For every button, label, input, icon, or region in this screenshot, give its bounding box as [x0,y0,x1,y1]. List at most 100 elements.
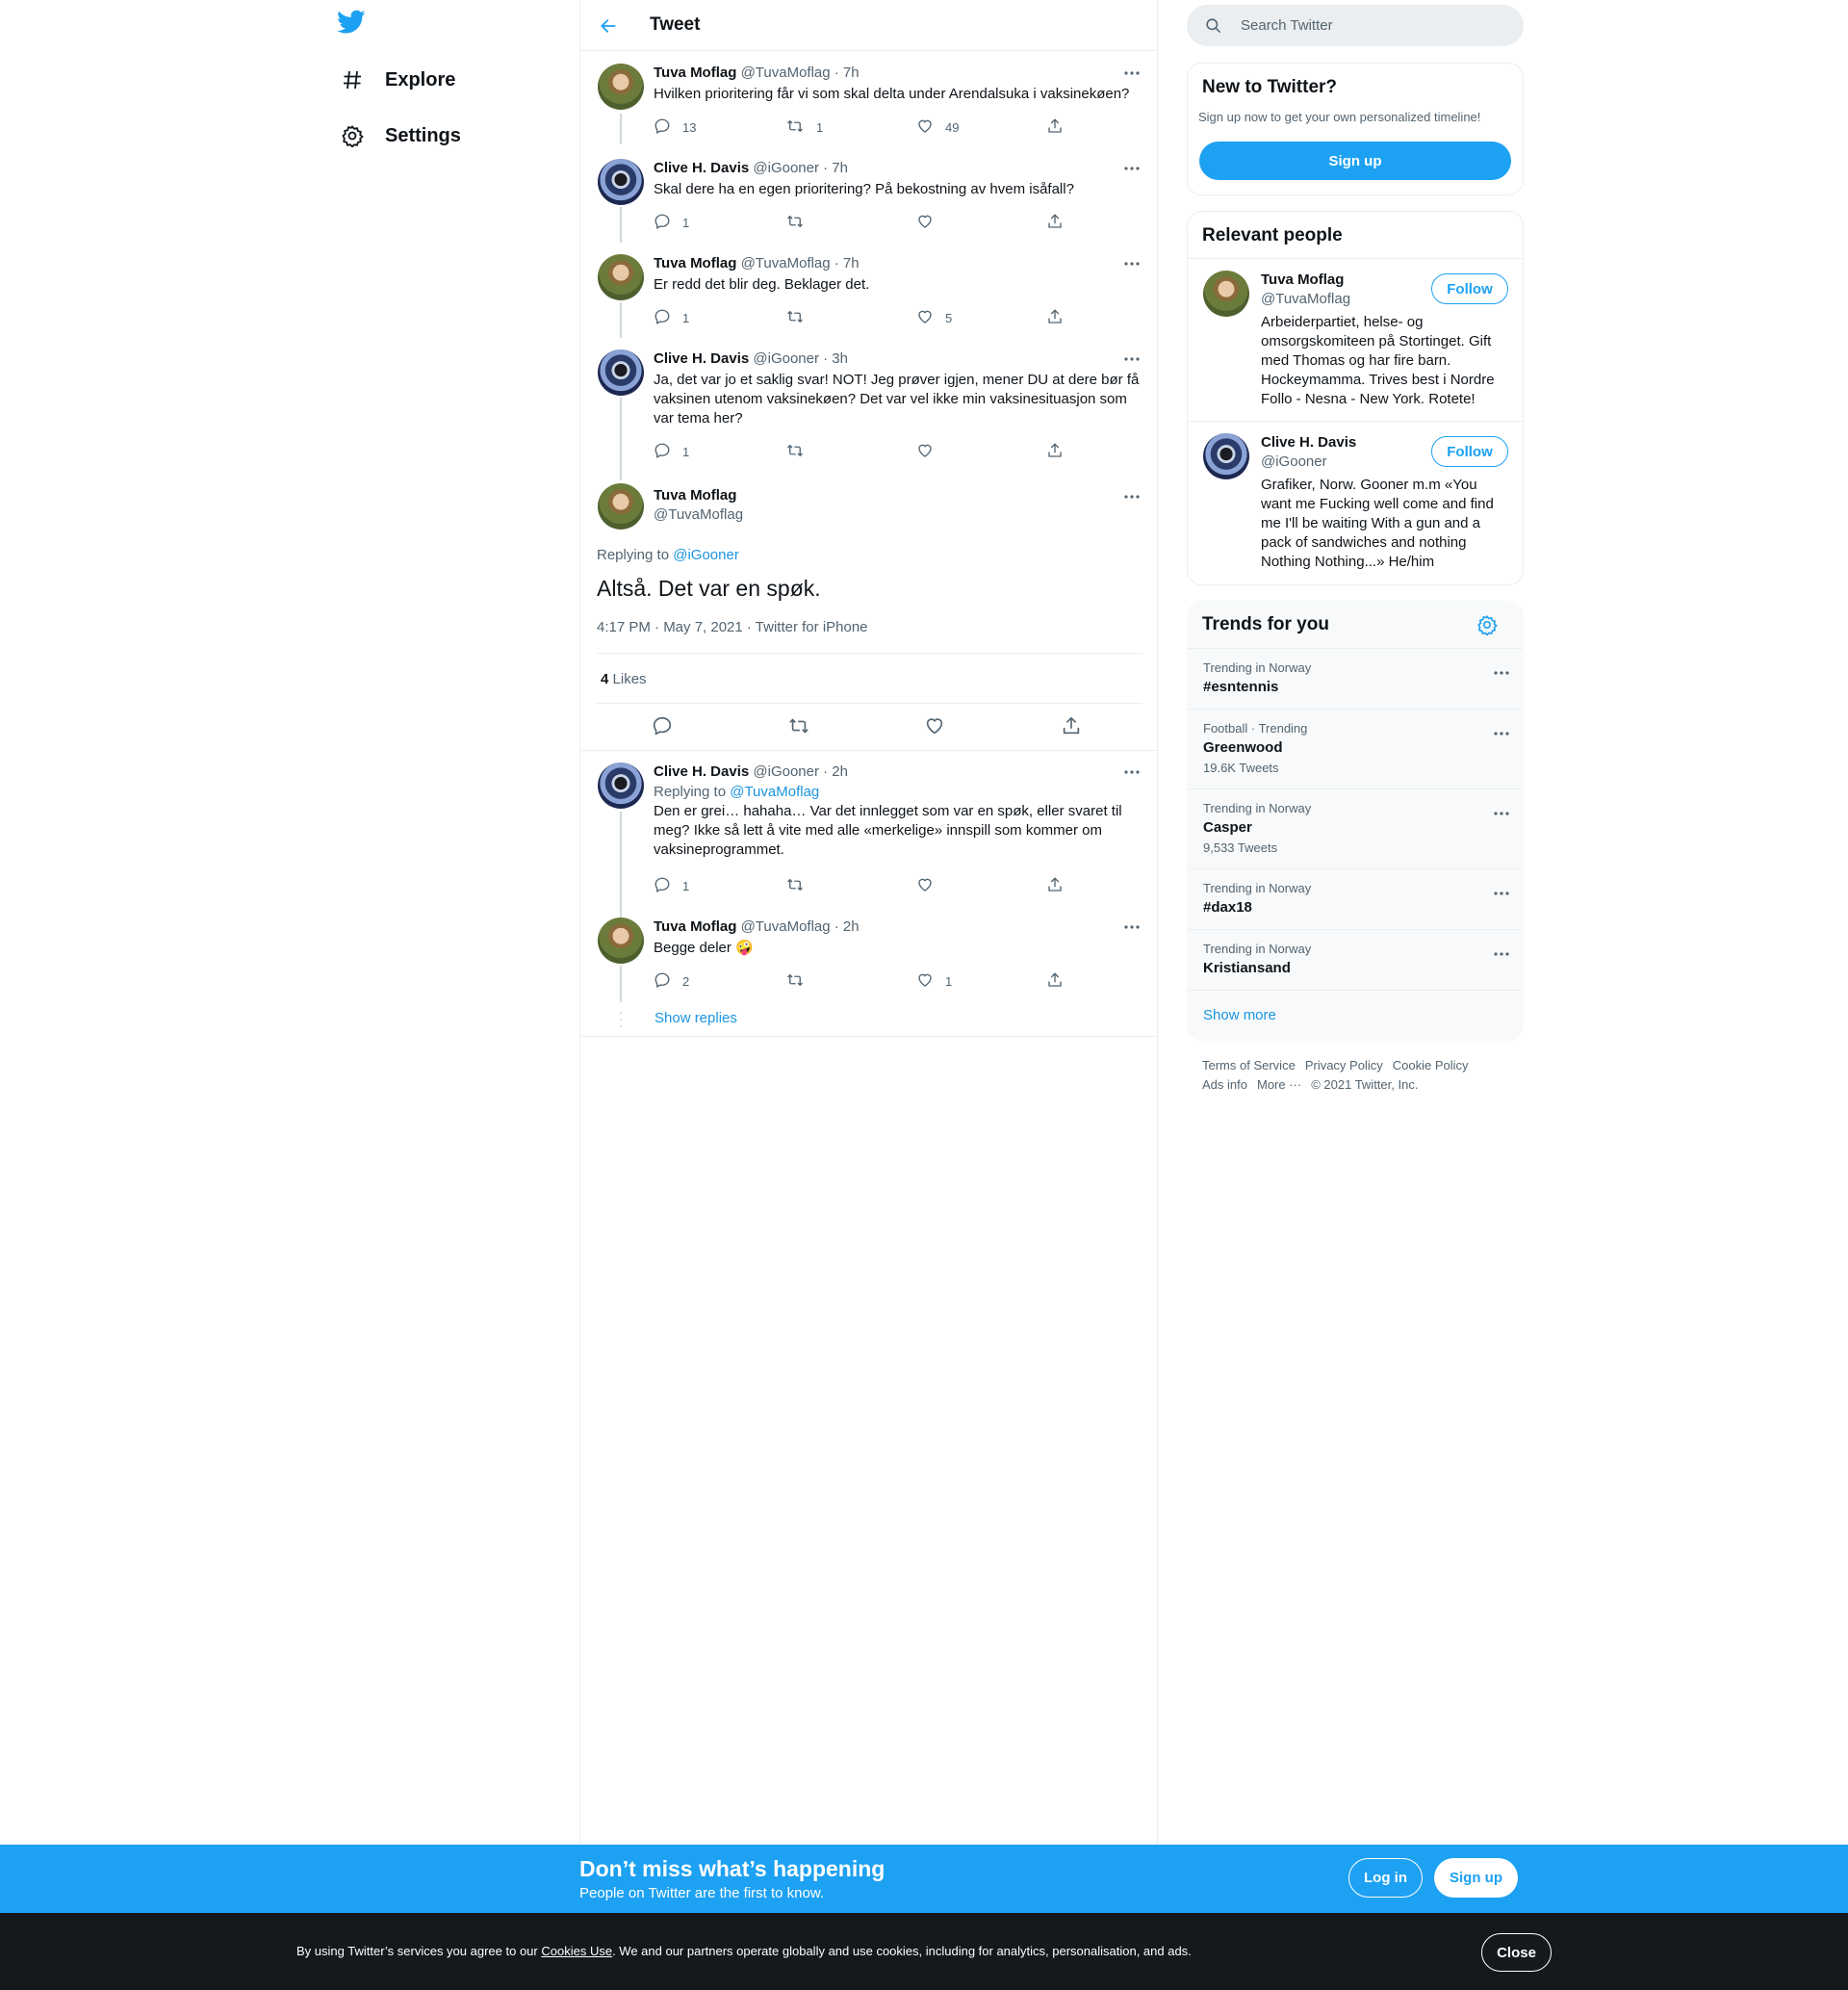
trend-item[interactable]: Trending in Norway #esntennis [1188,648,1523,709]
retweet-button[interactable]: 1 [785,117,823,138]
avatar[interactable] [598,762,644,809]
footer-copyright: © 2021 Twitter, Inc. [1311,1077,1419,1092]
share-button[interactable] [1046,442,1064,462]
reply-button[interactable]: 1 [654,308,689,328]
show-more-link[interactable]: Show more [1203,1007,1276,1023]
like-button[interactable] [916,213,934,233]
footer-cookie[interactable]: Cookie Policy [1393,1058,1469,1073]
author-name[interactable]: Tuva Moflag [654,918,736,935]
trend-item[interactable]: Football · Trending Greenwood 19.6K Twee… [1188,709,1523,788]
more-icon[interactable] [1120,917,1143,937]
reply-icon [654,876,671,896]
nav-explore[interactable]: Explore [339,61,455,99]
person-name[interactable]: Tuva Moflag [1261,271,1344,288]
follow-button[interactable]: Follow [1431,436,1508,467]
reply-button[interactable]: 1 [654,213,689,233]
trend-context: Football · Trending [1203,721,1308,736]
person-item[interactable]: Clive H. Davis @iGooner Follow Grafiker,… [1188,421,1523,584]
search-input[interactable]: Search Twitter [1187,5,1524,46]
show-replies-link[interactable]: Show replies [654,1010,737,1026]
more-icon[interactable] [1494,662,1509,680]
like-button[interactable] [916,442,934,462]
author-name[interactable]: Tuva Moflag [654,255,736,271]
trend-item[interactable]: Trending in Norway #dax18 [1188,868,1523,929]
author-name[interactable]: Tuva Moflag [654,487,736,504]
tweet-timestamp[interactable]: 4:17 PM · May 7, 2021 · Twitter for iPho… [597,619,868,635]
reply-icon[interactable] [652,715,673,741]
share-button[interactable] [1046,876,1064,896]
avatar[interactable] [598,254,644,300]
reply-button[interactable]: 13 [654,117,696,138]
like-button[interactable] [916,876,934,896]
retweet-button[interactable] [785,308,805,328]
share-button[interactable] [1046,971,1064,992]
avatar[interactable] [1203,271,1249,317]
avatar[interactable] [598,349,644,396]
author-name[interactable]: Tuva Moflag [654,65,736,81]
more-icon[interactable] [1494,883,1509,900]
avatar[interactable] [598,917,644,964]
avatar[interactable] [598,159,644,205]
like-button[interactable]: 1 [916,971,952,992]
retweet-button[interactable] [785,213,805,233]
cookies-use-link[interactable]: Cookies Use [541,1944,612,1958]
person-item[interactable]: Tuva Moflag @TuvaMoflag Follow Arbeiderp… [1188,258,1523,421]
tweet[interactable]: Clive H. Davis @iGooner · 2h Replying to… [580,751,1157,906]
retweet-button[interactable] [785,876,805,896]
follow-button[interactable]: Follow [1431,273,1508,304]
more-icon[interactable] [1494,803,1509,820]
like-button[interactable]: 5 [916,308,952,328]
trend-item[interactable]: Trending in Norway Kristiansand [1188,929,1523,990]
tweet[interactable]: Tuva Moflag @TuvaMoflag · 2h Begge deler… [580,906,1157,1001]
retweet-icon[interactable] [787,715,810,741]
footer-ads[interactable]: Ads info [1202,1077,1247,1092]
replying-to-link[interactable]: @TuvaMoflag [730,784,819,800]
banner-sign-up-button[interactable]: Sign up [1434,1858,1518,1898]
author-name[interactable]: Clive H. Davis [654,350,749,367]
more-icon[interactable] [1120,349,1143,369]
likes-stat[interactable]: 4 Likes [601,671,647,687]
more-icon[interactable] [1494,723,1509,740]
reply-button[interactable]: 2 [654,971,689,992]
like-button[interactable]: 49 [916,117,959,138]
reply-button[interactable]: 1 [654,876,689,896]
avatar[interactable] [598,483,644,530]
person-name[interactable]: Clive H. Davis [1261,434,1356,451]
avatar[interactable] [598,64,644,110]
share-icon[interactable] [1061,715,1082,741]
retweet-icon [785,876,805,896]
more-icon[interactable] [1494,943,1509,961]
twitter-logo-icon[interactable] [337,10,368,40]
reply-button[interactable]: 1 [654,442,689,462]
share-button[interactable] [1046,308,1064,328]
more-icon[interactable] [1120,64,1143,83]
more-icon[interactable] [1120,487,1143,506]
share-button[interactable] [1046,213,1064,233]
heart-icon[interactable] [924,715,945,741]
avatar[interactable] [1203,433,1249,479]
tweet[interactable]: Tuva Moflag @TuvaMoflag · 7h Er redd det… [580,243,1157,338]
author-handle[interactable]: @TuvaMoflag [654,506,743,523]
more-icon[interactable] [1120,762,1143,782]
share-button[interactable] [1046,117,1064,138]
tweet[interactable]: Tuva Moflag @TuvaMoflag · 7h Hvilken pri… [580,52,1157,147]
tweet[interactable]: Clive H. Davis @iGooner · 3h Ja, det var… [580,338,1157,472]
retweet-button[interactable] [785,971,805,992]
sign-up-button[interactable]: Sign up [1199,142,1511,180]
log-in-button[interactable]: Log in [1348,1858,1423,1898]
footer-privacy[interactable]: Privacy Policy [1305,1058,1383,1073]
close-cookie-button[interactable]: Close [1481,1933,1552,1972]
author-name[interactable]: Clive H. Davis [654,160,749,176]
trend-item[interactable]: Trending in Norway Casper 9,533 Tweets [1188,788,1523,868]
replying-to-link[interactable]: @iGooner [673,547,739,563]
settings-gear-icon[interactable] [1476,614,1498,640]
author-name[interactable]: Clive H. Davis [654,763,749,780]
tweet[interactable]: Clive H. Davis @iGooner · 7h Skal dere h… [580,147,1157,243]
more-icon[interactable] [1120,159,1143,178]
footer-terms[interactable]: Terms of Service [1202,1058,1296,1073]
back-arrow-icon[interactable] [594,12,623,40]
retweet-button[interactable] [785,442,805,462]
more-icon[interactable] [1120,254,1143,273]
nav-settings[interactable]: Settings [339,116,461,155]
footer-more[interactable]: More ··· [1257,1077,1301,1092]
